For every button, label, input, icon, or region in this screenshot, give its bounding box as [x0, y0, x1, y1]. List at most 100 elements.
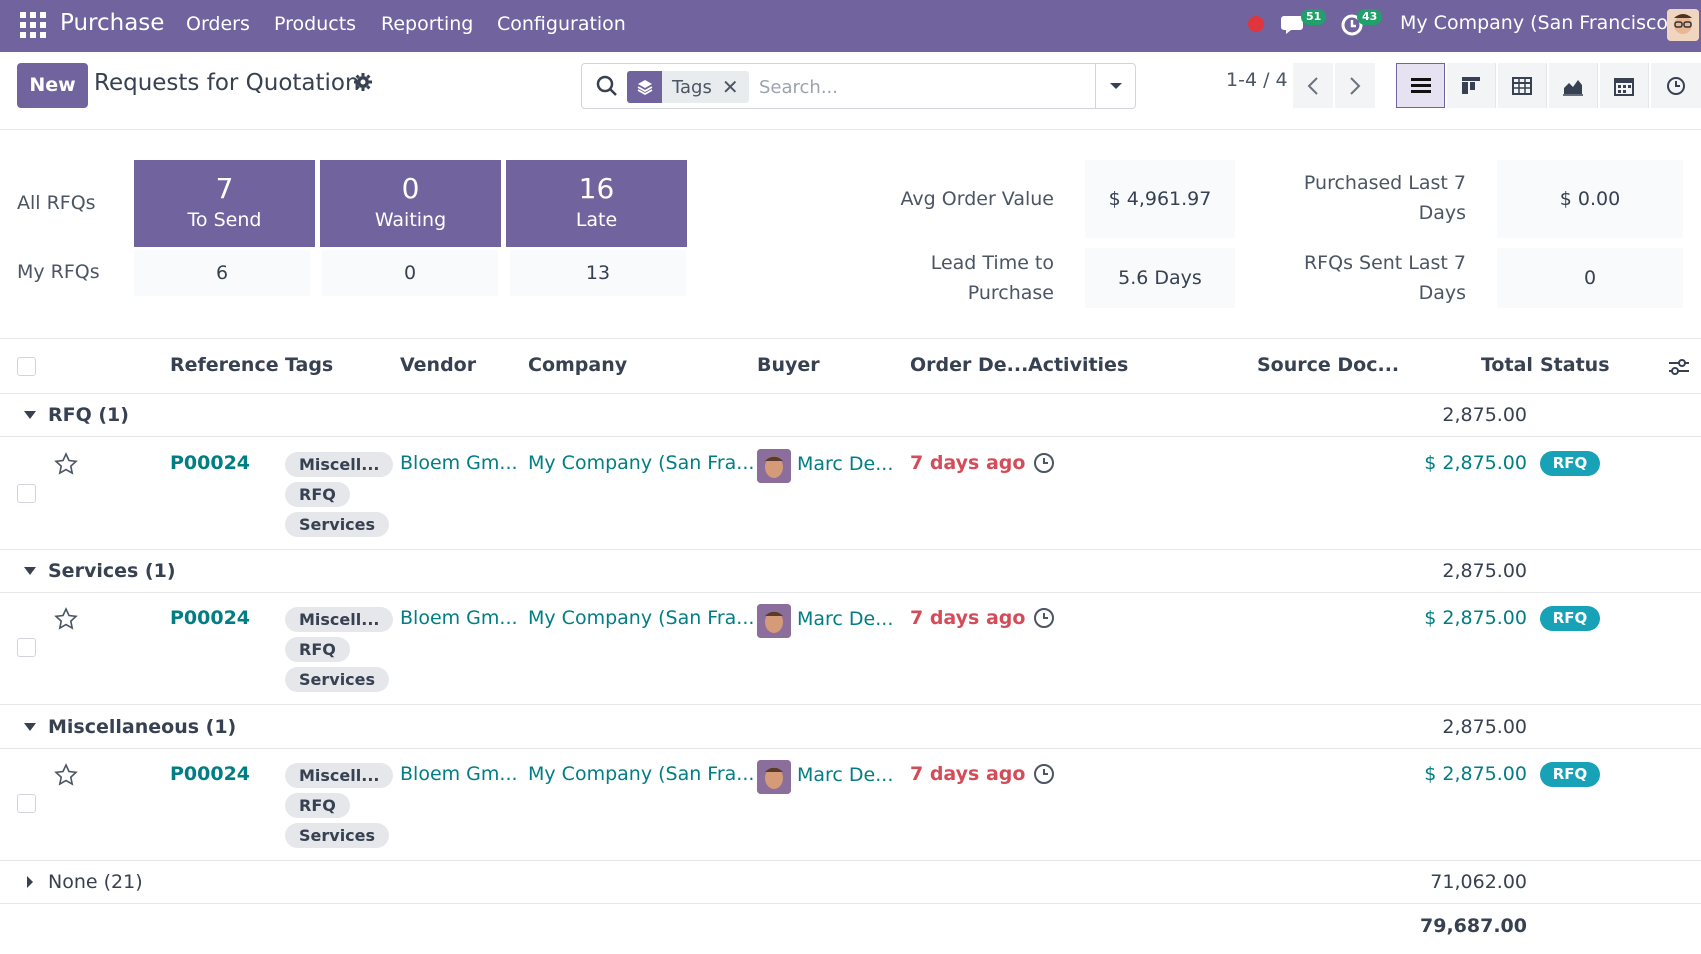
kanban-view-button[interactable]: [1447, 63, 1496, 108]
star-icon[interactable]: [54, 607, 78, 631]
menu-orders[interactable]: Orders: [186, 13, 250, 35]
group-row-miscellaneous[interactable]: Miscellaneous (1) 2,875.00: [0, 705, 1701, 749]
group-row-services[interactable]: Services (1) 2,875.00: [0, 550, 1701, 593]
pager-previous-button[interactable]: [1293, 63, 1333, 108]
rfqs-sent-label-line2: Days: [1418, 282, 1466, 304]
group-total: 2,875.00: [1442, 716, 1527, 738]
chevron-left-icon: [1307, 76, 1318, 95]
new-button[interactable]: New: [17, 63, 88, 108]
user-avatar[interactable]: [1667, 9, 1699, 41]
status-badge: RFQ: [1540, 762, 1600, 787]
company-link[interactable]: My Company (San Fra...: [528, 607, 754, 629]
menu-configuration[interactable]: Configuration: [497, 13, 626, 35]
purchased-label: Purchased Last 7 Days: [1260, 168, 1466, 228]
reference-link[interactable]: P00024: [170, 607, 250, 629]
tile-late[interactable]: 16 Late: [506, 160, 687, 247]
caret-down-icon: [24, 723, 36, 731]
search-input[interactable]: [759, 72, 1059, 102]
group-total: 2,875.00: [1442, 560, 1527, 582]
column-status[interactable]: Status: [1540, 354, 1610, 376]
pivot-view-button[interactable]: [1498, 63, 1547, 108]
group-row-rfq[interactable]: RFQ (1) 2,875.00: [0, 394, 1701, 437]
column-buyer[interactable]: Buyer: [757, 354, 820, 376]
tag-badge: Miscell...: [285, 607, 394, 632]
menu-reporting[interactable]: Reporting: [381, 13, 473, 35]
optional-columns-icon[interactable]: [1668, 357, 1690, 382]
tag-badge: RFQ: [285, 793, 350, 818]
buyer-link[interactable]: Marc De...: [797, 608, 893, 630]
tile-waiting[interactable]: 0 Waiting: [320, 160, 501, 247]
column-activities[interactable]: Activities: [1028, 354, 1128, 376]
vendor-link[interactable]: Bloem Gm...: [400, 763, 518, 785]
group-total: 71,062.00: [1430, 871, 1527, 893]
layers-icon: [627, 71, 662, 103]
table-row[interactable]: P00024 Miscell... RFQ Services Bloem Gm.…: [0, 749, 1701, 861]
buyer-avatar: [757, 449, 791, 483]
record-indicator-icon[interactable]: [1248, 16, 1264, 32]
row-checkbox[interactable]: [17, 638, 36, 657]
activity-clock-icon[interactable]: [1033, 763, 1055, 785]
column-company[interactable]: Company: [528, 354, 627, 376]
tile-to-send[interactable]: 7 To Send: [134, 160, 315, 247]
table-row[interactable]: P00024 Miscell... RFQ Services Bloem Gm.…: [0, 437, 1701, 550]
lead-time-label-line2: Purchase: [967, 282, 1054, 304]
my-waiting-cell[interactable]: 0: [322, 250, 498, 296]
search-facet: Tags ✕: [627, 71, 749, 103]
my-late-cell[interactable]: 13: [510, 250, 686, 296]
buyer-link[interactable]: Marc De...: [797, 764, 893, 786]
buyer-link[interactable]: Marc De...: [797, 453, 893, 475]
column-total[interactable]: Total: [1481, 354, 1533, 376]
tag-badge: RFQ: [285, 637, 350, 662]
group-total: 2,875.00: [1442, 404, 1527, 426]
select-all-checkbox[interactable]: [17, 357, 36, 376]
tile-count: 7: [215, 172, 234, 205]
order-deadline: 7 days ago: [910, 452, 1026, 474]
rfqs-sent-value: 0: [1497, 248, 1683, 308]
column-vendor[interactable]: Vendor: [400, 354, 476, 376]
company-link[interactable]: My Company (San Fra...: [528, 763, 754, 785]
column-tags[interactable]: Tags: [285, 354, 333, 376]
app-name[interactable]: Purchase: [60, 10, 164, 36]
tile-count: 0: [401, 172, 420, 205]
activity-view-button[interactable]: [1651, 63, 1701, 108]
table-header: Reference Tags Vendor Company Buyer Orde…: [0, 338, 1701, 394]
search-icon[interactable]: [596, 75, 618, 102]
menu-products[interactable]: Products: [274, 13, 356, 35]
chevron-right-icon: [1350, 76, 1361, 95]
vendor-link[interactable]: Bloem Gm...: [400, 452, 518, 474]
table-row[interactable]: P00024 Miscell... RFQ Services Bloem Gm.…: [0, 593, 1701, 705]
column-source-document[interactable]: Source Doc...: [1257, 354, 1399, 376]
lead-time-label-line1: Lead Time to: [930, 252, 1054, 274]
column-order-deadline[interactable]: Order De...: [910, 354, 1028, 376]
reference-link[interactable]: P00024: [170, 452, 250, 474]
gear-icon[interactable]: [353, 72, 373, 97]
tag-badge: Miscell...: [285, 452, 394, 477]
purchased-label-line2: Days: [1418, 202, 1466, 224]
caret-right-icon: [27, 876, 33, 888]
list-view-button[interactable]: [1396, 63, 1445, 108]
tile-label: Waiting: [374, 209, 447, 231]
remove-facet-icon[interactable]: ✕: [722, 75, 749, 99]
vendor-link[interactable]: Bloem Gm...: [400, 607, 518, 629]
reference-link[interactable]: P00024: [170, 763, 250, 785]
company-link[interactable]: My Company (San Fra...: [528, 452, 754, 474]
group-row-none[interactable]: None (21) 71,062.00: [0, 861, 1701, 904]
tag-badge: Services: [285, 667, 390, 692]
pager-next-button[interactable]: [1335, 63, 1375, 108]
pager-value[interactable]: 1-4 / 4: [1226, 69, 1288, 91]
row-checkbox[interactable]: [17, 484, 36, 503]
activity-clock-icon[interactable]: [1033, 607, 1055, 629]
column-reference[interactable]: Reference: [170, 354, 279, 376]
star-icon[interactable]: [54, 452, 78, 476]
row-checkbox[interactable]: [17, 794, 36, 813]
app-menu-icon[interactable]: [20, 12, 46, 38]
grand-total: 79,687.00: [1420, 915, 1527, 937]
activity-clock-icon[interactable]: [1033, 452, 1055, 474]
star-icon[interactable]: [54, 763, 78, 787]
calendar-view-button[interactable]: [1600, 63, 1649, 108]
messages-count-badge: 51: [1301, 9, 1327, 25]
search-options-toggle[interactable]: [1095, 64, 1136, 108]
graph-view-button[interactable]: [1549, 63, 1598, 108]
my-to-send-cell[interactable]: 6: [134, 250, 310, 296]
company-switcher[interactable]: My Company (San Francisco): [1400, 12, 1675, 34]
